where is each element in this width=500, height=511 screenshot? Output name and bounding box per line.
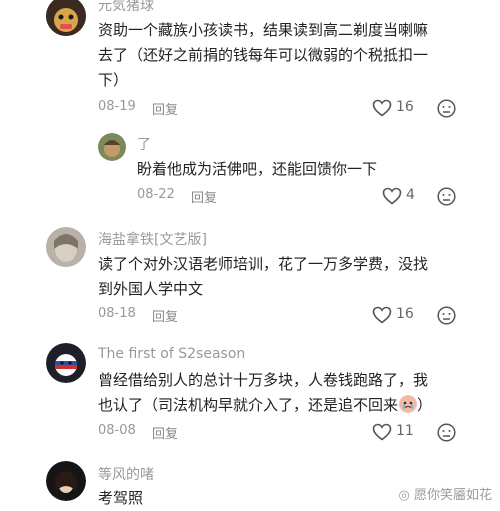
- comment-line: 读了个对外汉语老师培训，花了一万多学费，没找: [98, 255, 429, 273]
- username[interactable]: 等风的啫: [98, 464, 154, 484]
- comment-line: 到外国人学中文: [98, 280, 204, 298]
- avatar-image: [46, 343, 86, 383]
- avatar[interactable]: [46, 461, 86, 501]
- comment-line: 资助一个藏族小孩读书，结果读到高二剃度当喇嘛: [98, 21, 429, 39]
- comment-line: 曾经借给别人的总计十万多块，人卷钱跑路了，我: [98, 371, 429, 389]
- comment-text: 曾经借给别人的总计十万多块，人卷钱跑路了，我 也认了（司法机构早就介入了，还是追…: [98, 368, 488, 418]
- dislike-face-icon[interactable]: [437, 423, 456, 442]
- dislike-face-icon[interactable]: [437, 99, 456, 118]
- avatar[interactable]: [98, 133, 126, 161]
- heart-outline-icon[interactable]: [372, 306, 392, 324]
- avatar[interactable]: [46, 343, 86, 383]
- username[interactable]: 了: [137, 134, 151, 154]
- avatar-image: [46, 461, 86, 501]
- avatar-image: [46, 227, 86, 267]
- comment-line: 也认了（司法机构早就介入了，还是追不回来 ）: [98, 393, 488, 418]
- username[interactable]: 海盐拿铁[文艺版]: [98, 229, 207, 249]
- reply-button[interactable]: 回复: [191, 187, 217, 206]
- comment-date: 08-19: [98, 99, 136, 114]
- avatar[interactable]: [46, 227, 86, 267]
- comment-text: 考驾照: [98, 486, 398, 511]
- comment-item: The first of S2season 曾经借给别人的总计十万多块，人卷钱跑…: [0, 338, 500, 458]
- comment-item: 元気猪球 资助一个藏族小孩读书，结果读到高二剃度当喇嘛 去了（还好之前捐的钱每年…: [0, 0, 500, 125]
- comment-item: 海盐拿铁[文艺版] 读了个对外汉语老师培训，花了一万多学费，没找 到外国人学中文…: [0, 220, 500, 340]
- like-count: 4: [406, 187, 415, 203]
- reply-button[interactable]: 回复: [152, 306, 178, 325]
- dislike-face-icon[interactable]: [437, 306, 456, 325]
- username[interactable]: The first of S2season: [98, 346, 245, 362]
- watermark: ◎ 愿你笑靥如花: [399, 484, 493, 503]
- heart-outline-icon[interactable]: [372, 423, 392, 441]
- avatar-image: [98, 133, 126, 161]
- comment-text: 盼着他成为活佛吧，还能回馈你一下: [137, 157, 477, 182]
- avatar-image: [46, 0, 86, 36]
- comment-text: 读了个对外汉语老师培训，花了一万多学费，没找 到外国人学中文: [98, 252, 478, 302]
- avatar[interactable]: [46, 0, 86, 36]
- reply-button[interactable]: 回复: [152, 423, 178, 442]
- comment-date: 08-18: [98, 306, 136, 321]
- like-count: 16: [396, 306, 414, 322]
- heart-outline-icon[interactable]: [382, 187, 402, 205]
- watermark-text: 愿你笑靥如花: [413, 488, 492, 503]
- comment-line: 盼着他成为活佛吧，还能回馈你一下: [137, 160, 378, 178]
- comment-line: 去了（还好之前捐的钱每年可以微弱的个税抵扣一: [98, 46, 429, 64]
- like-count: 16: [396, 99, 414, 115]
- watermark-logo-icon: ◎: [398, 488, 414, 503]
- username[interactable]: 元気猪球: [98, 0, 154, 15]
- dislike-face-icon[interactable]: [437, 187, 456, 206]
- crying-emoji-icon: [399, 395, 418, 413]
- comment-text: 资助一个藏族小孩读书，结果读到高二剃度当喇嘛 去了（还好之前捐的钱每年可以微弱的…: [98, 18, 478, 93]
- reply-item: 了 盼着他成为活佛吧，还能回馈你一下 08-22 回复 4: [0, 125, 500, 220]
- reply-button[interactable]: 回复: [152, 99, 178, 118]
- heart-outline-icon[interactable]: [372, 99, 392, 117]
- comment-line: 考驾照: [98, 489, 144, 507]
- like-count: 11: [396, 423, 414, 439]
- comment-line-text: 也认了（司法机构早就介入了，还是追不回来: [98, 396, 399, 414]
- comment-date: 08-22: [137, 187, 175, 202]
- comment-line: 下）: [98, 71, 129, 89]
- comment-date: 08-08: [98, 423, 136, 438]
- comment-line-suffix: ）: [417, 396, 433, 414]
